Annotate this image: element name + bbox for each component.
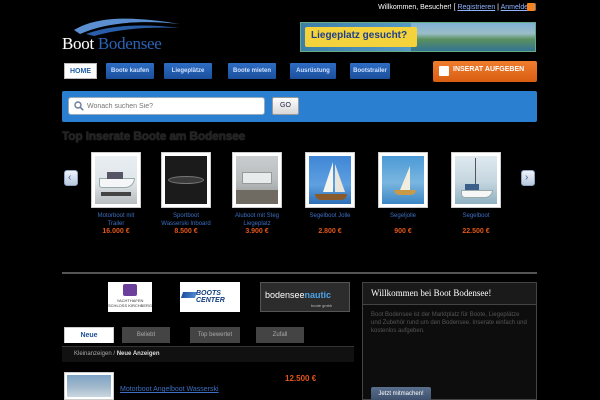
boat-thumbnail[interactable] — [232, 152, 282, 208]
boat-price: 3.900 € — [245, 228, 269, 235]
register-link[interactable]: Registrieren — [457, 4, 495, 11]
tab-zufall[interactable]: Zufall — [256, 327, 304, 343]
main-nav: HOME Boote kaufen Liegeplätze Boote miet… — [62, 60, 537, 82]
partner-bodenseenautic-text: bodenseenautic — [265, 290, 331, 300]
boat-thumbnail[interactable] — [451, 152, 501, 208]
boat-card[interactable]: Sportboot Wasserski Inboard 8.500 € — [161, 152, 211, 235]
boat-name[interactable]: Sportboot Wasserski Inboard — [161, 212, 211, 228]
logo-text: Boot Bodensee — [62, 34, 162, 54]
partner-kirchberg-text: YACHTHAFEN SCHLOSS KIRCHBERG — [108, 298, 153, 308]
bodensee-word: bodensee — [265, 290, 305, 300]
listing-title[interactable]: Motorboot Angelboot Wasserski — [120, 386, 219, 393]
boat-card[interactable]: Segelboot Jolle 2.800 € — [305, 152, 355, 235]
header: Boot Bodensee Willkommen, Besucher! [ Re… — [0, 0, 600, 56]
banner-text: Liegeplatz gesucht? — [311, 30, 408, 41]
listing-price: 12.500 € — [285, 374, 317, 383]
banner-harbor-image — [411, 23, 535, 51]
welcome-text: Willkommen, Besucher! [ — [378, 4, 456, 11]
partner-logos: YACHTHAFEN SCHLOSS KIRCHBERG BOOTS CENTE… — [80, 282, 352, 316]
document-icon — [439, 66, 449, 76]
partner-bootscenter-text: BOOTS CENTER — [196, 290, 225, 304]
tab-neue-anzeigen[interactable]: Neue Anzeigen — [64, 327, 114, 355]
boat-name[interactable]: Motorboot mit Trailer — [91, 212, 141, 228]
boat-name[interactable]: Segelboot Jolle — [305, 212, 355, 228]
breadcrumb: Kleinanzeigen / Neue Anzeigen — [62, 346, 354, 362]
liegeplatz-banner[interactable]: Liegeplatz gesucht? — [300, 22, 536, 52]
top-boats-carousel: ‹ › Motorboot mit Trailer 16.000 € Sport… — [62, 148, 537, 258]
nav-home[interactable]: HOME — [64, 63, 97, 79]
tab-beliebt[interactable]: Beliebt — [122, 327, 170, 343]
boat-card[interactable]: Motorboot mit Trailer 16.000 € — [91, 152, 141, 235]
boat-thumbnail[interactable] — [161, 152, 211, 208]
nav-ausruestung[interactable]: Ausrüstung — [290, 63, 336, 79]
insert-ad-label: INSERAT AUFGEBEN — [453, 66, 525, 73]
crest-icon — [123, 284, 137, 296]
boat-thumbnail[interactable] — [305, 152, 355, 208]
page: Boot Bodensee Willkommen, Besucher! [ Re… — [0, 0, 600, 400]
boat-name[interactable]: Segeljolle — [378, 212, 428, 228]
search-go-button[interactable]: GO — [272, 97, 299, 115]
welcome-separator: | — [497, 4, 499, 11]
boat-card[interactable]: Segelboot 22.500 € — [451, 152, 501, 235]
boat-name[interactable]: Aluboot mit Steg Liegeplatz — [232, 212, 282, 228]
welcome-bar: Willkommen, Besucher! [ Registrieren | A… — [378, 4, 536, 11]
search-bar: GO — [62, 91, 537, 122]
partner-logo-bodenseenautic[interactable]: bodenseenautic boote gmbh — [260, 282, 350, 312]
search-icon — [74, 101, 84, 111]
search-field — [68, 97, 265, 115]
boat-thumbnail[interactable] — [378, 152, 428, 208]
rss-icon[interactable] — [527, 3, 535, 11]
nautic-word: nautic — [304, 290, 332, 300]
boat-name[interactable]: Segelboot — [451, 212, 501, 228]
partner-logo-bootscenter[interactable]: BOOTS CENTER — [180, 282, 240, 312]
partner-bodenseenautic-sub: boote gmbh — [311, 303, 333, 308]
boat-thumbnail[interactable] — [91, 152, 141, 208]
carousel-next-button[interactable]: › — [521, 170, 535, 186]
nav-bootstrailer[interactable]: Bootstrailer — [350, 63, 390, 79]
partner-logo-kirchberg[interactable]: YACHTHAFEN SCHLOSS KIRCHBERG — [108, 282, 152, 312]
boat-price: 22.500 € — [462, 228, 490, 235]
join-button[interactable]: Jetzt mitmachen! — [371, 387, 431, 400]
search-input[interactable] — [87, 98, 262, 114]
listing-item[interactable]: Motorboot Angelboot Wasserski 12.500 € — [62, 368, 354, 400]
site-logo[interactable]: Boot Bodensee — [62, 14, 182, 53]
listing-tabs: Neue Anzeigen Beliebt Top bewertet Zufal… — [62, 325, 354, 355]
logo-word-boot: Boot — [62, 34, 94, 53]
section-divider — [62, 272, 537, 274]
carousel-prev-button[interactable]: ‹ — [64, 170, 78, 186]
nav-boote-mieten[interactable]: Boote mieten — [228, 63, 276, 79]
breadcrumb-current: Neue Anzeigen — [116, 351, 160, 357]
logo-word-bodensee: Bodensee — [97, 34, 162, 53]
boat-price: 2.800 € — [318, 228, 342, 235]
boat-card[interactable]: Aluboot mit Steg Liegeplatz 3.900 € — [232, 152, 282, 235]
boat-price: 16.000 € — [102, 228, 130, 235]
nav-boote-kaufen[interactable]: Boote kaufen — [106, 63, 154, 79]
insert-ad-button[interactable]: INSERAT AUFGEBEN — [433, 61, 537, 82]
sidebar-text: Boot Bodensee ist der Marktplatz für Boo… — [371, 312, 527, 334]
arrow-right-icon: › — [525, 172, 529, 183]
sidebar-title: Willkommen bei Boot Bodensee! — [363, 283, 536, 305]
stripe-icon — [180, 292, 198, 298]
top-boats-title: Top Inserate Boote am Bodensee — [62, 129, 246, 143]
boat-price: 8.500 € — [174, 228, 198, 235]
welcome-sidebar: Willkommen bei Boot Bodensee! Boot Boden… — [362, 282, 537, 400]
nav-liegeplaetze[interactable]: Liegeplätze — [164, 63, 212, 79]
boat-price: 900 € — [394, 228, 412, 235]
listing-thumbnail[interactable] — [64, 372, 114, 400]
breadcrumb-root[interactable]: Kleinanzeigen — [74, 351, 112, 357]
boat-card[interactable]: Segeljolle 900 € — [378, 152, 428, 235]
wave-swoosh-icon — [74, 18, 180, 36]
tab-top-bewertet[interactable]: Top bewertet — [190, 327, 240, 343]
arrow-left-icon: ‹ — [68, 172, 72, 183]
